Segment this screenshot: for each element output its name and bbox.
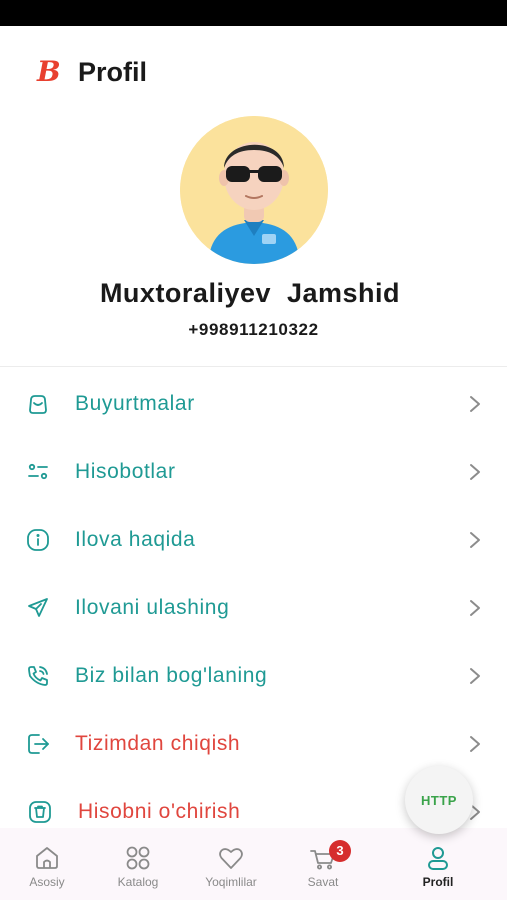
info-icon: [25, 527, 51, 553]
send-icon: [25, 595, 51, 621]
chevron-right-icon: [466, 666, 484, 686]
chevron-right-icon: [466, 598, 484, 618]
chevron-right-icon: [466, 462, 484, 482]
filter-sliders-icon: [25, 459, 51, 485]
user-icon: [424, 844, 452, 872]
chevron-right-icon: [466, 530, 484, 550]
menu-item-label: Ilova haqida: [75, 528, 196, 551]
tab-catalog[interactable]: Katalog: [98, 828, 178, 900]
tab-label: Asosiy: [29, 875, 65, 889]
menu-item-label: Hisobni o'chirish: [78, 800, 241, 823]
grid-icon: [124, 844, 152, 872]
phone-call-icon: [25, 663, 51, 689]
menu-item-about-app[interactable]: Ilova haqida: [0, 506, 507, 574]
page-title: Profil: [78, 57, 148, 87]
menu-item-label: Ilovani ulashing: [75, 596, 230, 619]
svg-text:B: B: [36, 56, 61, 86]
bag-icon: [25, 391, 51, 417]
tab-label: Savat: [307, 875, 339, 889]
header: B Profil: [0, 26, 507, 116]
heart-icon: [217, 844, 245, 872]
user-name: Muxtoraliyev Jamshid: [99, 278, 401, 308]
logout-icon: [25, 731, 51, 757]
home-icon: [33, 844, 61, 872]
trash-icon: [27, 799, 53, 825]
user-phone: +998911210322: [188, 320, 319, 339]
avatar: [180, 116, 328, 264]
http-inspector-button[interactable]: HTTP: [405, 766, 473, 834]
menu-item-label: Hisobotlar: [75, 460, 176, 483]
tab-favorites[interactable]: Yoqimlilar: [191, 828, 271, 900]
chevron-right-icon: [466, 734, 484, 754]
menu-item-orders[interactable]: Buyurtmalar: [0, 370, 507, 438]
menu-item-contact-us[interactable]: Biz bilan bog'laning: [0, 642, 507, 710]
tab-profile[interactable]: Profil: [398, 828, 478, 900]
tab-home[interactable]: Asosiy: [7, 828, 87, 900]
menu-item-label: Tizimdan chiqish: [75, 732, 241, 755]
status-bar: [0, 0, 507, 26]
menu-item-share-app[interactable]: Ilovani ulashing: [0, 574, 507, 642]
tab-label: Yoqimlilar: [205, 875, 257, 889]
divider: [0, 366, 507, 367]
menu-item-label: Buyurtmalar: [75, 392, 195, 415]
menu-item-reports[interactable]: Hisobotlar: [0, 438, 507, 506]
menu-item-label: Biz bilan bog'laning: [75, 664, 268, 687]
cart-count-badge: 3: [329, 840, 351, 862]
tab-label: Katalog: [117, 875, 159, 889]
bottom-tab-bar: Asosiy Katalog Yoqimlilar 3 Savat Profil: [0, 828, 507, 900]
tab-cart[interactable]: 3 Savat: [283, 828, 363, 900]
chevron-right-icon: [466, 394, 484, 414]
brand-logo: B: [34, 56, 64, 86]
tab-label: Profil: [422, 875, 454, 889]
